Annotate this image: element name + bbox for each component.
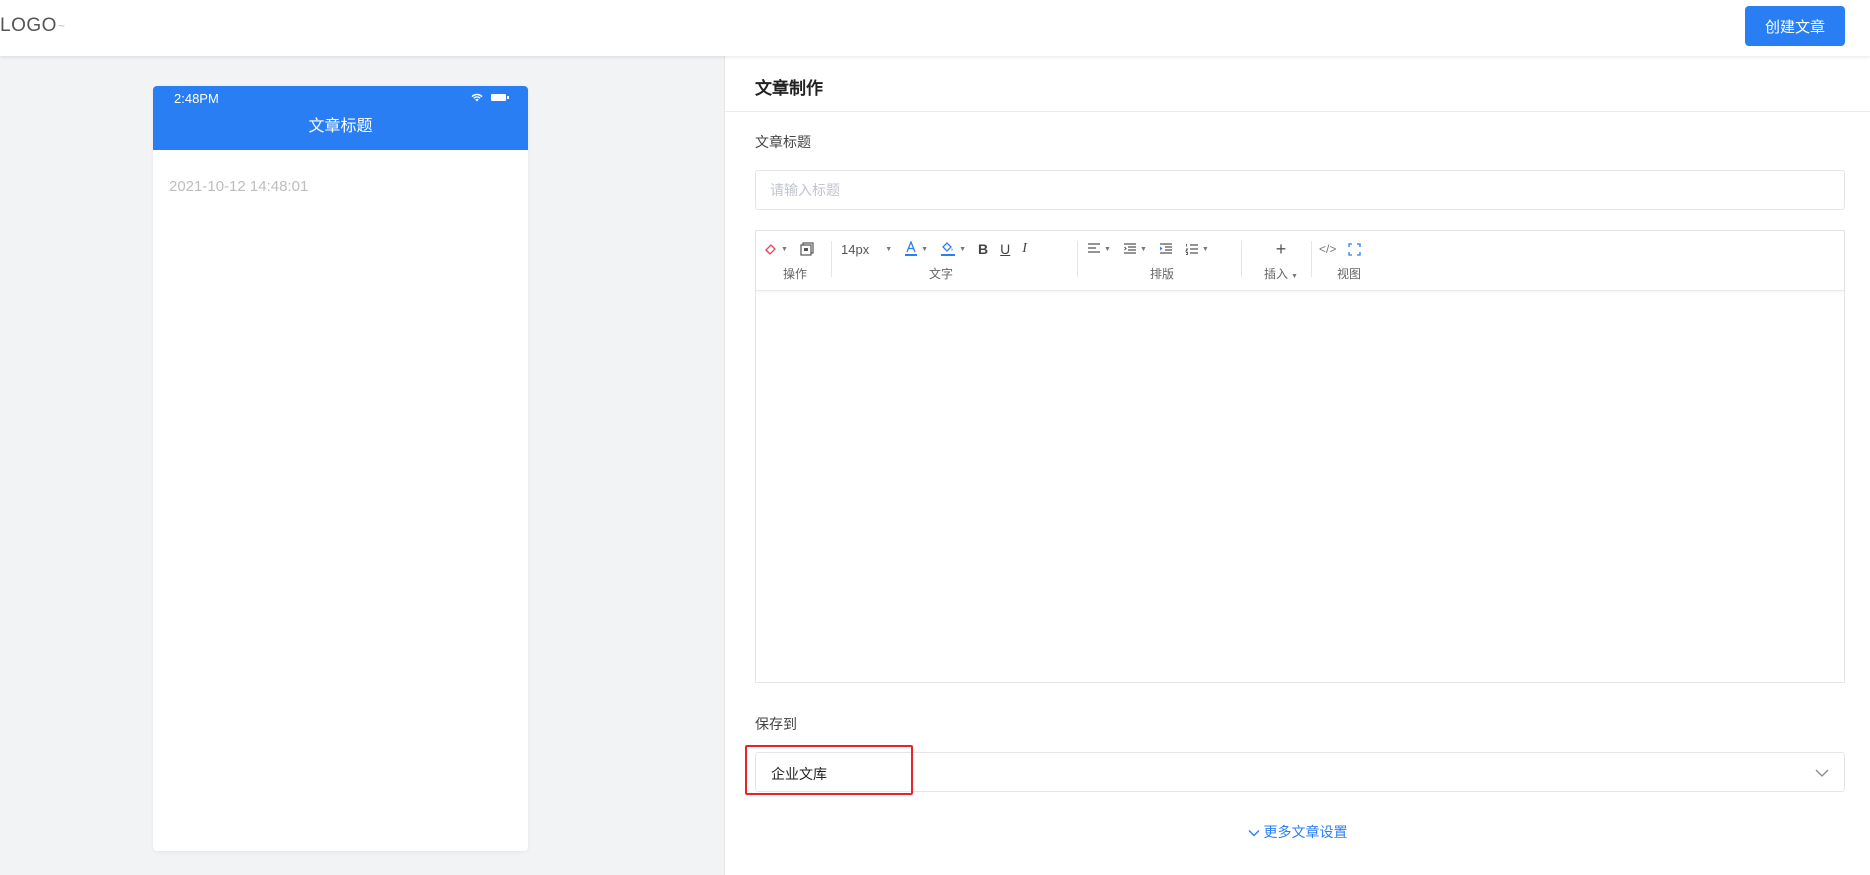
phone-header: 2:48PM 文章标题 (153, 86, 528, 150)
font-size-select[interactable]: 14px ▼ (841, 239, 892, 259)
highlight-box (745, 745, 913, 795)
toolbar-divider (1311, 241, 1312, 277)
ordered-list-icon[interactable]: ▼ (1184, 239, 1209, 259)
line-height-icon[interactable]: ▼ (1123, 239, 1147, 259)
editor-content-area[interactable] (756, 291, 1844, 682)
underline-button[interactable]: U (1000, 239, 1010, 259)
align-icon[interactable]: ▼ (1087, 239, 1111, 259)
font-size-value: 14px (841, 241, 870, 257)
preview-pane: 2:48PM 文章标题 2021-10-12 14:48:01 (0, 56, 725, 875)
indent-icon[interactable] (1159, 239, 1173, 259)
copy-format-icon[interactable] (800, 239, 814, 259)
toolbar-group-insert: + 插入 ▼ (1251, 231, 1311, 291)
toolbar-caption-layout: 排版 (1149, 267, 1174, 281)
font-color-icon[interactable]: ▼ (904, 239, 928, 259)
toolbar-caption-insert: 插入 (1264, 267, 1289, 281)
phone-title: 文章标题 (308, 118, 373, 135)
save-to-label: 保存到 (755, 716, 797, 732)
phone-date: 2021-10-12 14:48:01 (169, 178, 309, 195)
logo-text: LOGO (0, 15, 57, 36)
phone-time: 2:48PM (174, 91, 219, 106)
panel-divider (725, 111, 1870, 112)
battery-icon (491, 94, 509, 101)
logo-suffix: ~ (57, 18, 66, 33)
code-view-icon[interactable]: </> (1319, 239, 1336, 259)
insert-menu[interactable]: 插入 ▼ (1251, 265, 1311, 282)
toolbar-divider (1241, 241, 1242, 277)
toolbar-caption-view: 视图 (1336, 267, 1361, 281)
title-input[interactable] (755, 170, 1845, 210)
toolbar-divider (1077, 241, 1078, 277)
toolbar-group-view: </> 视图 (1319, 231, 1379, 291)
wifi-icon (471, 93, 483, 102)
rich-text-editor: ▼ 操作 14px ▼ ▼ ▼ B U I 文字 ▼ ▼ ▼ 排版 + 插入 ▼… (755, 230, 1845, 683)
toolbar-group-layout: ▼ ▼ ▼ 排版 (1087, 231, 1237, 291)
toolbar-group-operate: ▼ 操作 (764, 231, 826, 291)
article-form: 文章制作 文章标题 ▼ 操作 14px▼ (725, 56, 1870, 875)
top-header: LOGO~ 创建文章 (0, 0, 1870, 56)
plus-icon[interactable]: + (1276, 239, 1287, 259)
more-settings-link[interactable]: 更多文章设置 (725, 822, 1870, 842)
italic-button[interactable]: I (1022, 239, 1027, 259)
chevron-down-icon (1248, 830, 1259, 837)
create-article-button[interactable]: 创建文章 (1745, 6, 1845, 46)
phone-status (471, 93, 509, 102)
toolbar-divider (831, 241, 832, 277)
editor-toolbar: ▼ 操作 14px ▼ ▼ ▼ B U I 文字 ▼ ▼ ▼ 排版 + 插入 ▼… (756, 231, 1844, 291)
logo[interactable]: LOGO~ (0, 15, 65, 37)
panel-title: 文章制作 (755, 79, 823, 98)
toolbar-group-text: 14px ▼ ▼ ▼ B U I 文字 (841, 231, 1027, 291)
phone-preview: 2:48PM 文章标题 2021-10-12 14:48:01 (153, 86, 528, 851)
toolbar-caption-operate: 操作 (782, 267, 807, 281)
title-label: 文章标题 (755, 134, 811, 150)
bold-button[interactable]: B (978, 239, 988, 259)
more-settings-text: 更多文章设置 (1263, 824, 1348, 840)
fullscreen-icon[interactable] (1348, 239, 1362, 259)
toolbar-caption-text: 文字 (928, 267, 953, 281)
chevron-down-icon (1815, 769, 1829, 777)
eraser-icon[interactable]: ▼ (764, 239, 788, 259)
fill-color-icon[interactable]: ▼ (940, 239, 966, 259)
save-to-select[interactable]: 企业文库 (755, 752, 1845, 792)
